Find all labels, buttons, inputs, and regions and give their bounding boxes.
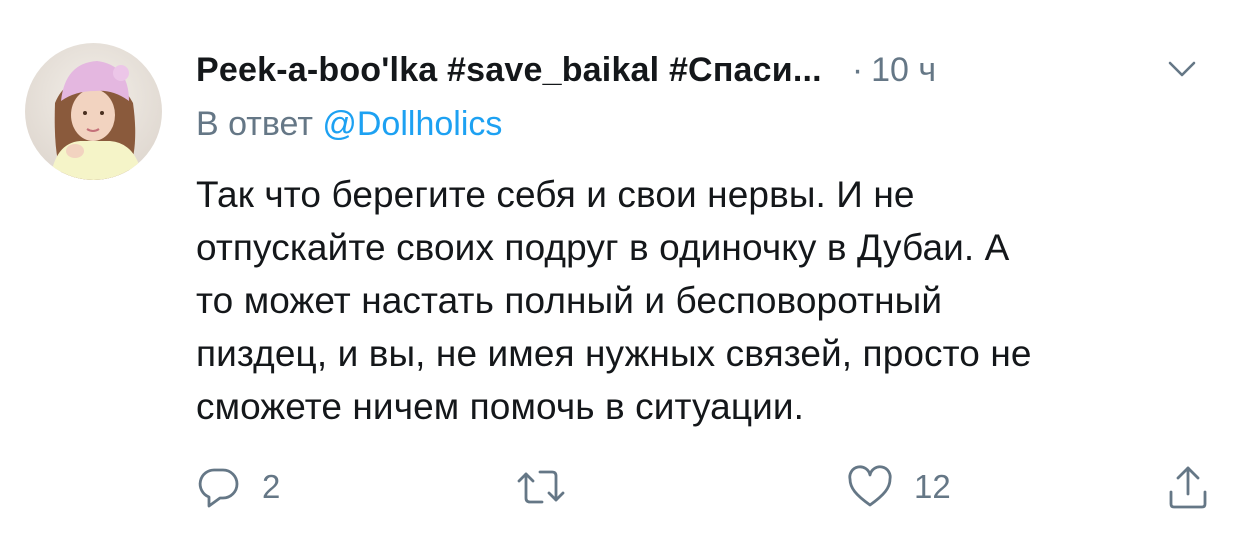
tweet-text-line: отпускайте своих подруг в одиночку в Дуб… (196, 227, 1010, 268)
chevron-down-icon[interactable] (1167, 59, 1197, 79)
heart-icon (848, 465, 892, 507)
tweet-text-line: пиздец, и вы, не имея нужных связей, про… (196, 333, 1032, 374)
tweet-time[interactable]: 10 ч (871, 51, 936, 90)
retweet-button[interactable] (516, 462, 586, 512)
share-icon (1169, 466, 1207, 509)
tweet-header: Peek-a-boo'lka #save_baikal #Спаси... · … (196, 45, 1219, 95)
like-count: 12 (914, 468, 951, 505)
tweet-actions: 2 12 (196, 462, 1216, 512)
tweet-text-line: сможете ничем помочь в ситуации. (196, 386, 805, 427)
reply-count: 2 (262, 468, 281, 505)
avatar[interactable] (25, 43, 162, 180)
tweet[interactable]: Peek-a-boo'lka #save_baikal #Спаси... · … (0, 0, 1239, 548)
separator-dot: · (851, 50, 864, 89)
reply-icon (198, 468, 239, 508)
reply-context: В ответ @Dollholics (196, 105, 502, 144)
reply-prefix: В ответ (196, 105, 313, 143)
like-button[interactable]: 12 (846, 462, 951, 512)
share-button[interactable] (1166, 462, 1210, 512)
reply-mention-link[interactable]: @Dollholics (322, 105, 502, 143)
retweet-icon (517, 470, 565, 504)
tweet-text: Так что берегите себя и свои нервы. И не… (196, 168, 1206, 433)
avatar-image (25, 43, 162, 180)
tweet-text-line: то может настать полный и бесповоротный (196, 280, 943, 321)
author-display-name[interactable]: Peek-a-boo'lka #save_baikal #Спаси... (196, 51, 822, 90)
reply-button[interactable]: 2 (196, 462, 280, 512)
tweet-text-line: Так что берегите себя и свои нервы. И не (196, 174, 915, 215)
